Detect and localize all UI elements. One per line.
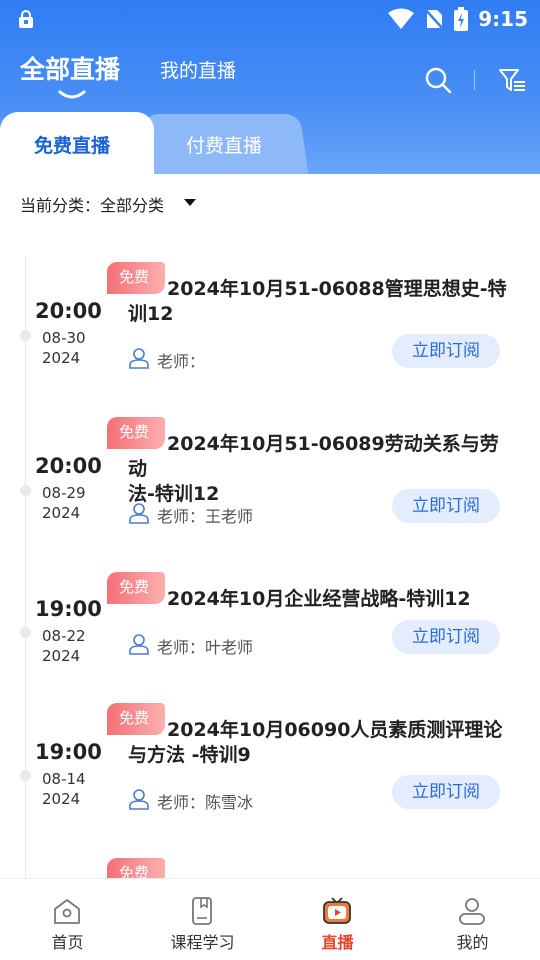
active-tab-indicator — [58, 90, 86, 99]
live-time: 19:00 — [35, 740, 102, 764]
teacher-icon — [129, 634, 149, 655]
teacher-icon — [129, 348, 149, 369]
filter-icon[interactable] — [498, 68, 526, 94]
search-icon[interactable] — [424, 66, 452, 94]
nav-home[interactable]: 首页 — [0, 879, 135, 960]
timeline-dot — [20, 770, 31, 781]
user-icon — [459, 898, 485, 925]
nav-courses[interactable]: 课程学习 — [135, 879, 270, 960]
live-time: 20:00 — [35, 454, 102, 478]
subscribe-button[interactable]: 立即订阅 — [392, 775, 500, 809]
timeline-dot — [20, 627, 31, 638]
live-date: 08-29 — [42, 484, 86, 502]
live-date: 08-14 — [42, 770, 86, 788]
tab-paid-live[interactable]: 付费直播 — [186, 131, 262, 158]
live-title[interactable]: 2024年10月企业经营战略-特训12 — [128, 587, 508, 612]
clock-time: 9:15 — [478, 7, 528, 31]
category-selector[interactable]: 当前分类：全部分类 — [20, 192, 164, 216]
live-year: 2024 — [42, 349, 81, 367]
battery-icon — [454, 7, 469, 31]
live-year: 2024 — [42, 647, 81, 665]
teacher-name: 老师：王老师 — [157, 507, 254, 526]
category-label: 当前分类： — [20, 196, 101, 215]
live-year: 2024 — [42, 790, 81, 808]
timeline-dot — [20, 485, 31, 496]
live-year: 2024 — [42, 504, 81, 522]
live-title[interactable]: 2024年10月06090人员素质测评理论 与方法 -特训9 — [128, 718, 508, 768]
live-date: 08-22 — [42, 627, 86, 645]
tab-free-live[interactable]: 免费直播 — [34, 131, 110, 158]
timeline-dot — [20, 330, 31, 341]
caret-down-icon[interactable] — [184, 199, 196, 206]
nav-mine-label: 我的 — [456, 933, 489, 952]
teacher-name: 老师： — [157, 352, 206, 371]
nav-live[interactable]: 直播 — [270, 879, 405, 960]
subscribe-button[interactable]: 立即订阅 — [392, 620, 500, 654]
category-value: 全部分类 — [100, 196, 165, 215]
teacher-name: 老师：陈雪冰 — [157, 793, 254, 812]
tab-all-live[interactable]: 全部直播 — [20, 50, 120, 86]
subscribe-button[interactable]: 立即订阅 — [392, 334, 500, 368]
divider — [474, 70, 475, 90]
live-time: 20:00 — [35, 299, 102, 323]
subscribe-button[interactable]: 立即订阅 — [392, 489, 500, 523]
lock-icon — [19, 10, 33, 28]
book-icon — [192, 897, 212, 925]
nav-live-label: 直播 — [321, 933, 354, 952]
teacher-icon — [129, 503, 149, 524]
tv-live-icon — [323, 897, 351, 924]
status-bar: 9:15 — [0, 0, 540, 38]
live-date: 08-30 — [42, 329, 86, 347]
home-icon — [54, 899, 80, 924]
nav-courses-label: 课程学习 — [170, 933, 235, 952]
live-title[interactable]: 2024年10月51-06088管理思想史-特 训12 — [128, 277, 508, 327]
teacher-icon — [129, 789, 149, 810]
nav-mine[interactable]: 我的 — [405, 879, 540, 960]
bottom-navigation: 首页 课程学习 直播 我的 — [0, 878, 540, 960]
tab-my-live[interactable]: 我的直播 — [160, 56, 236, 83]
teacher-name: 老师：叶老师 — [157, 638, 254, 657]
top-navigation: 全部直播 我的直播 — [0, 42, 540, 102]
wifi-icon — [388, 8, 415, 29]
no-sim-icon — [424, 8, 445, 30]
timeline-line — [25, 256, 26, 878]
live-time: 19:00 — [35, 597, 102, 621]
nav-home-label: 首页 — [51, 933, 84, 952]
